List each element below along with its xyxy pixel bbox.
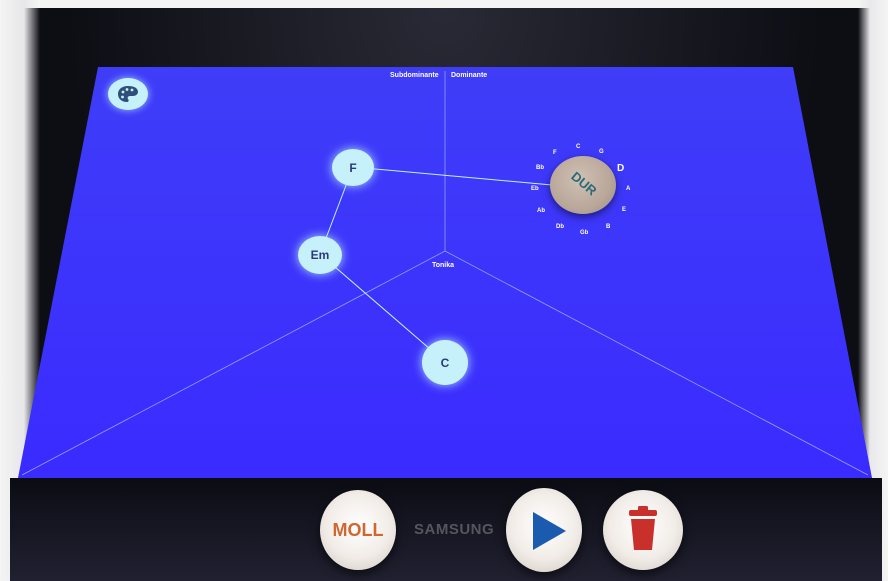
zone-label-tonika: Tonika	[432, 262, 455, 269]
wheel-note-gb[interactable]: Gb	[580, 230, 588, 236]
chord-node-c[interactable]: C	[422, 340, 468, 385]
zone-label-dominante: Dominante	[451, 72, 488, 79]
chord-node-em[interactable]: Em	[298, 236, 342, 274]
play-puck[interactable]	[506, 488, 582, 572]
moll-label: MOLL	[332, 519, 384, 540]
trash-icon	[629, 506, 657, 550]
delete-puck[interactable]	[603, 490, 683, 570]
play-icon	[533, 512, 566, 550]
wheel-note-c[interactable]: C	[576, 144, 580, 150]
wheel-note-e[interactable]: E	[622, 207, 626, 213]
palette-icon	[118, 86, 138, 102]
wheel-note-ab[interactable]: Ab	[537, 208, 545, 214]
chord-node-f[interactable]: F	[332, 149, 374, 186]
dur-label: DUR	[568, 168, 600, 199]
wheel-note-a[interactable]: A	[626, 186, 630, 192]
dur-puck[interactable]: DUR	[550, 156, 616, 214]
zone-label-subdominante: Subdominante	[390, 72, 439, 79]
wheel-note-bb[interactable]: Bb	[536, 165, 544, 171]
wheel-note-db[interactable]: Db	[556, 224, 564, 230]
wheel-note-g[interactable]: G	[599, 149, 604, 155]
wheel-note-eb[interactable]: Eb	[531, 186, 539, 192]
wheel-note-f[interactable]: F	[553, 150, 557, 156]
brand-logo: SAMSUNG	[414, 521, 495, 538]
moll-puck[interactable]: MOLL	[320, 490, 396, 570]
palette-button[interactable]	[108, 78, 148, 110]
wheel-note-d[interactable]: D	[617, 163, 624, 174]
wheel-note-b[interactable]: B	[606, 224, 610, 230]
